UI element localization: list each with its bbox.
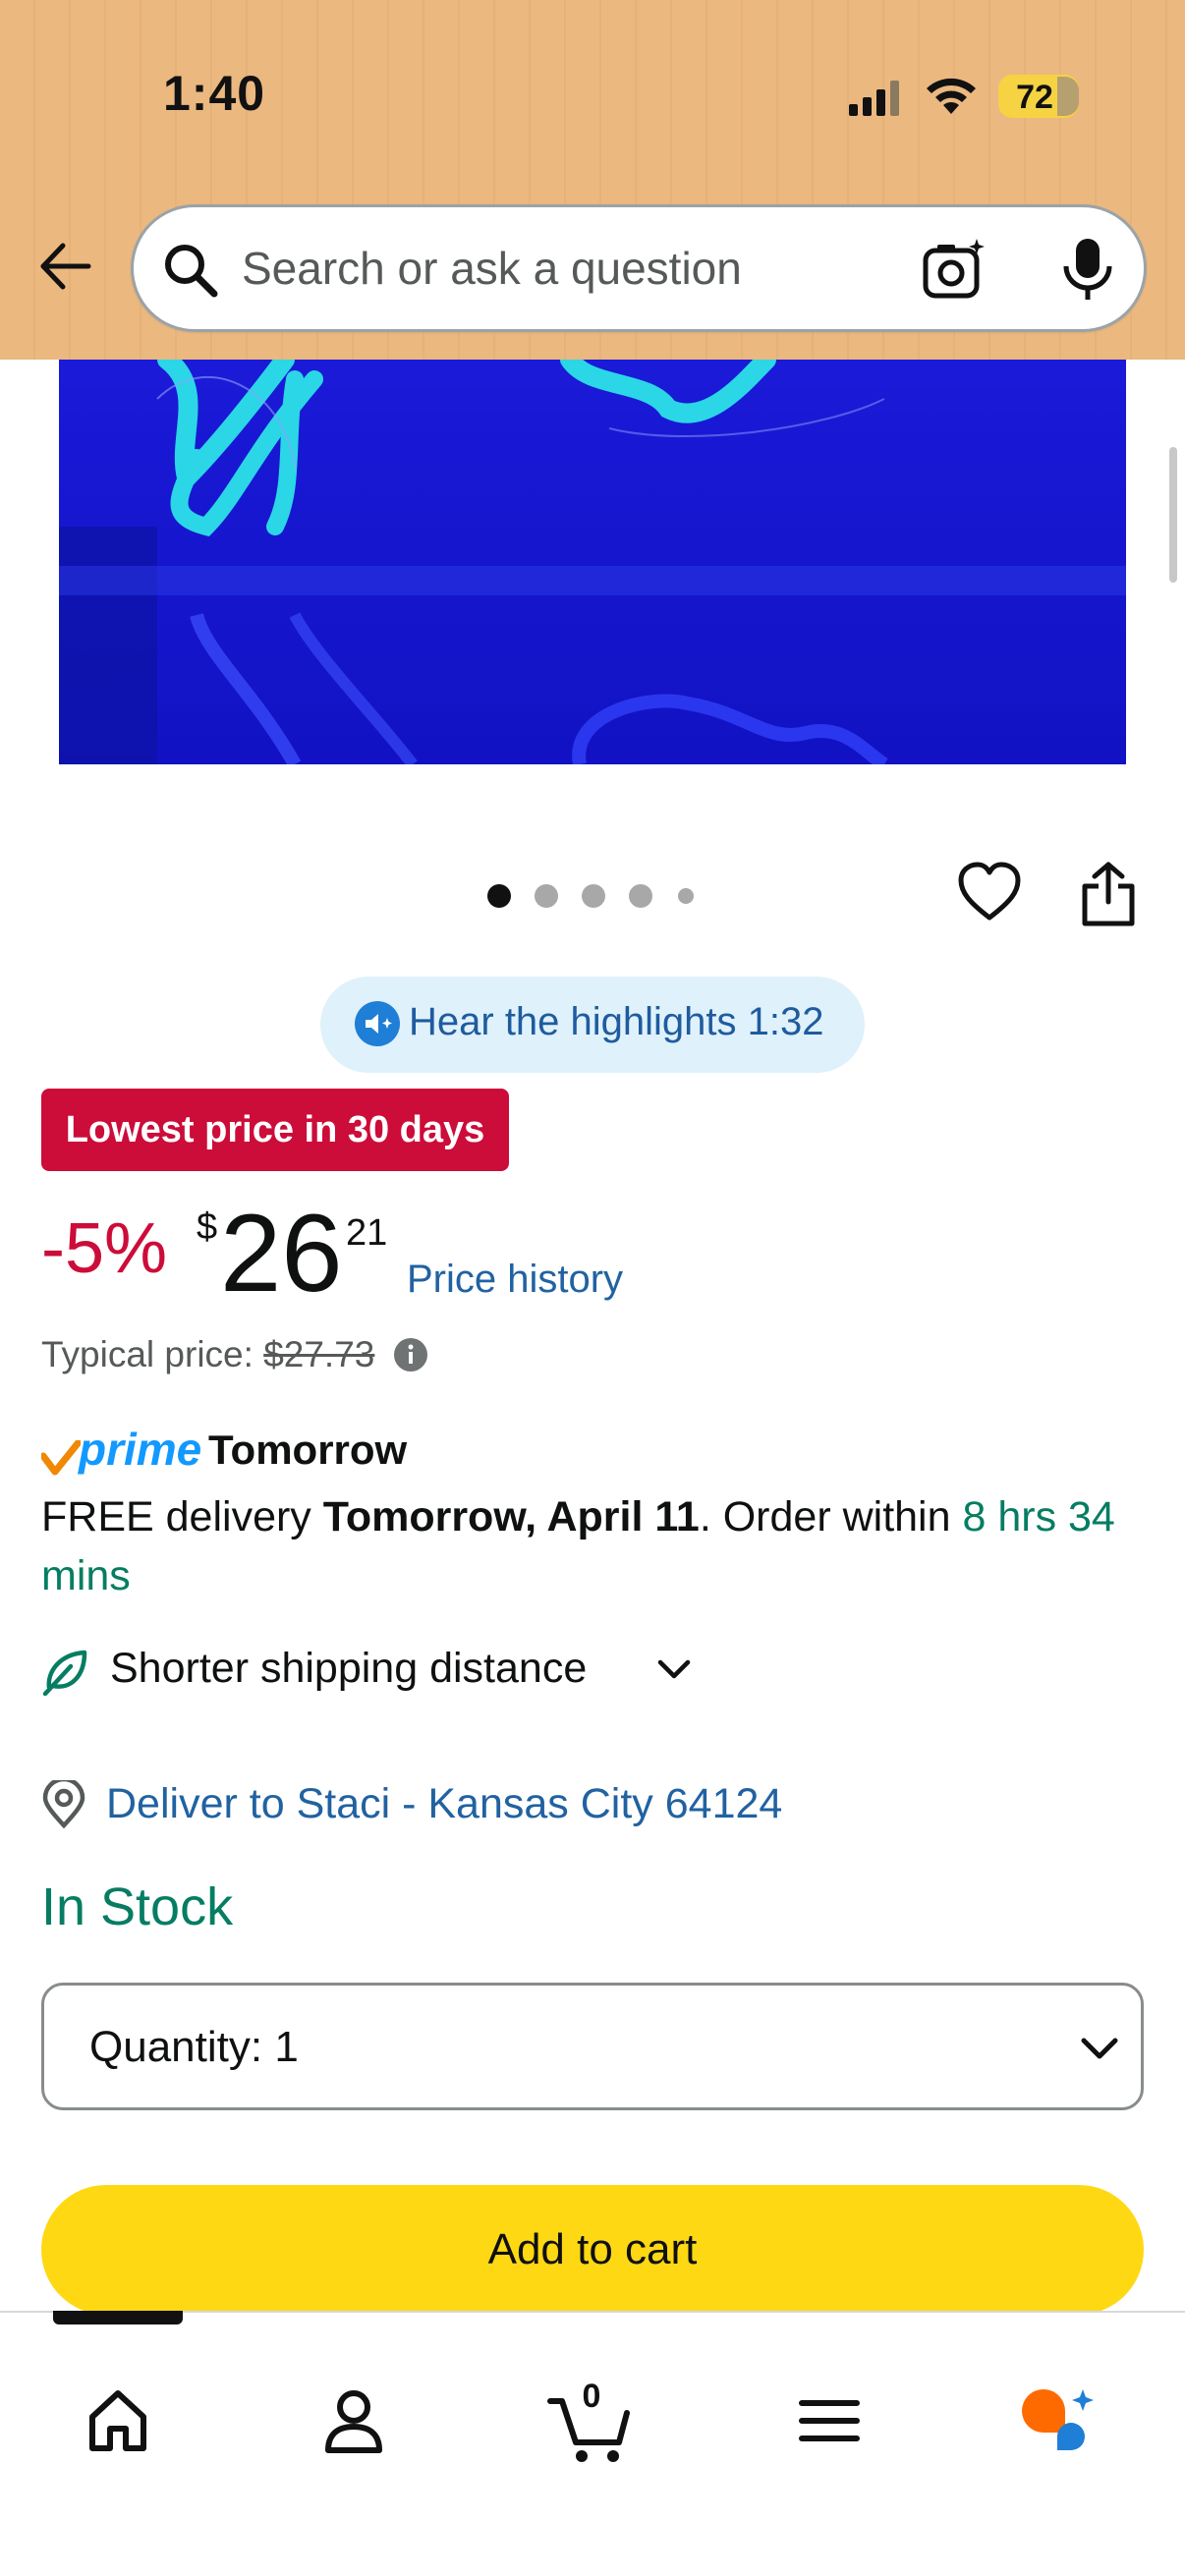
- carousel-dot[interactable]: [535, 884, 558, 908]
- price-fraction: 21: [346, 1212, 388, 1254]
- typical-price-label: Typical price:: [41, 1334, 254, 1374]
- neon-sign-photo: [59, 360, 1126, 764]
- leaf-icon: [42, 1650, 87, 1696]
- wifi-icon: [927, 78, 976, 114]
- prime-delivery-day: Tomorrow: [208, 1427, 408, 1473]
- search-bar[interactable]: [131, 204, 1147, 332]
- rufus-assistant-icon[interactable]: [1012, 2372, 1110, 2470]
- delivery-message: FREE delivery Tomorrow, April 11. Order …: [41, 1487, 1132, 1605]
- add-to-cart-button[interactable]: Add to cart: [41, 2185, 1144, 2315]
- hear-highlights-button[interactable]: Hear the highlights 1:32: [320, 977, 865, 1073]
- top-header: 1:40 72: [0, 0, 1185, 360]
- quantity-label: Quantity:: [89, 2023, 263, 2071]
- lowest-price-badge: Lowest price in 30 days: [41, 1089, 509, 1171]
- delivery-date: Tomorrow, April 11: [322, 1493, 700, 1540]
- discount-percent: -5%: [41, 1209, 168, 1288]
- quantity-select[interactable]: Quantity: 1: [41, 1983, 1144, 2110]
- cart-count: 0: [582, 2378, 601, 2415]
- search-icon: [165, 245, 218, 298]
- share-icon[interactable]: [1081, 861, 1136, 927]
- typical-price-value: $27.73: [263, 1334, 375, 1374]
- chevron-down-icon: [1081, 2038, 1118, 2059]
- cart-nav[interactable]: 0: [542, 2372, 641, 2470]
- microphone-icon[interactable]: [1057, 235, 1118, 304]
- prime-check-icon: [41, 1440, 81, 1476]
- info-icon[interactable]: [393, 1337, 428, 1372]
- highlights-label: Hear the highlights 1:32: [409, 1000, 824, 1043]
- home-icon[interactable]: [69, 2372, 167, 2470]
- carousel-dot[interactable]: [629, 884, 652, 908]
- deliver-to-label: Deliver to Staci - Kansas City 64124: [106, 1780, 783, 1827]
- menu-icon[interactable]: [780, 2372, 878, 2470]
- battery-level: 72: [1016, 79, 1053, 116]
- camera-search-icon[interactable]: [920, 235, 988, 304]
- page-scrollbar[interactable]: [1169, 447, 1177, 583]
- typical-price: Typical price: $27.73: [41, 1334, 428, 1375]
- quantity-label-row: Quantity: 1: [89, 2023, 299, 2072]
- bottom-navigation: 0: [0, 2311, 1185, 2576]
- chevron-down-icon: [657, 1659, 691, 1679]
- product-image[interactable]: [59, 360, 1126, 764]
- back-arrow-icon[interactable]: [33, 236, 94, 297]
- delivery-order-within: . Order within: [699, 1493, 963, 1540]
- delivery-prefix: FREE delivery: [41, 1493, 323, 1540]
- active-tab-indicator: [53, 2311, 183, 2324]
- location-pin-icon: [42, 1780, 85, 1829]
- carousel-dot-active[interactable]: [487, 884, 511, 908]
- price-currency: $: [197, 1206, 218, 1248]
- quantity-value: 1: [274, 2023, 299, 2071]
- audio-sparkle-icon: [355, 1001, 400, 1046]
- heart-icon[interactable]: [957, 861, 1022, 925]
- stock-status: In Stock: [41, 1877, 234, 1936]
- price-whole: 26: [220, 1192, 343, 1315]
- account-icon[interactable]: [305, 2372, 403, 2470]
- carousel-dot[interactable]: [582, 884, 605, 908]
- search-input[interactable]: [242, 237, 880, 300]
- prime-logo-text: prime: [79, 1424, 202, 1475]
- price-history-link[interactable]: Price history: [407, 1258, 623, 1302]
- carousel-dot[interactable]: [678, 888, 694, 904]
- shorter-shipping-label: Shorter shipping distance: [110, 1645, 588, 1692]
- status-time: 1:40: [163, 66, 266, 121]
- cellular-signal-icon: [849, 81, 899, 116]
